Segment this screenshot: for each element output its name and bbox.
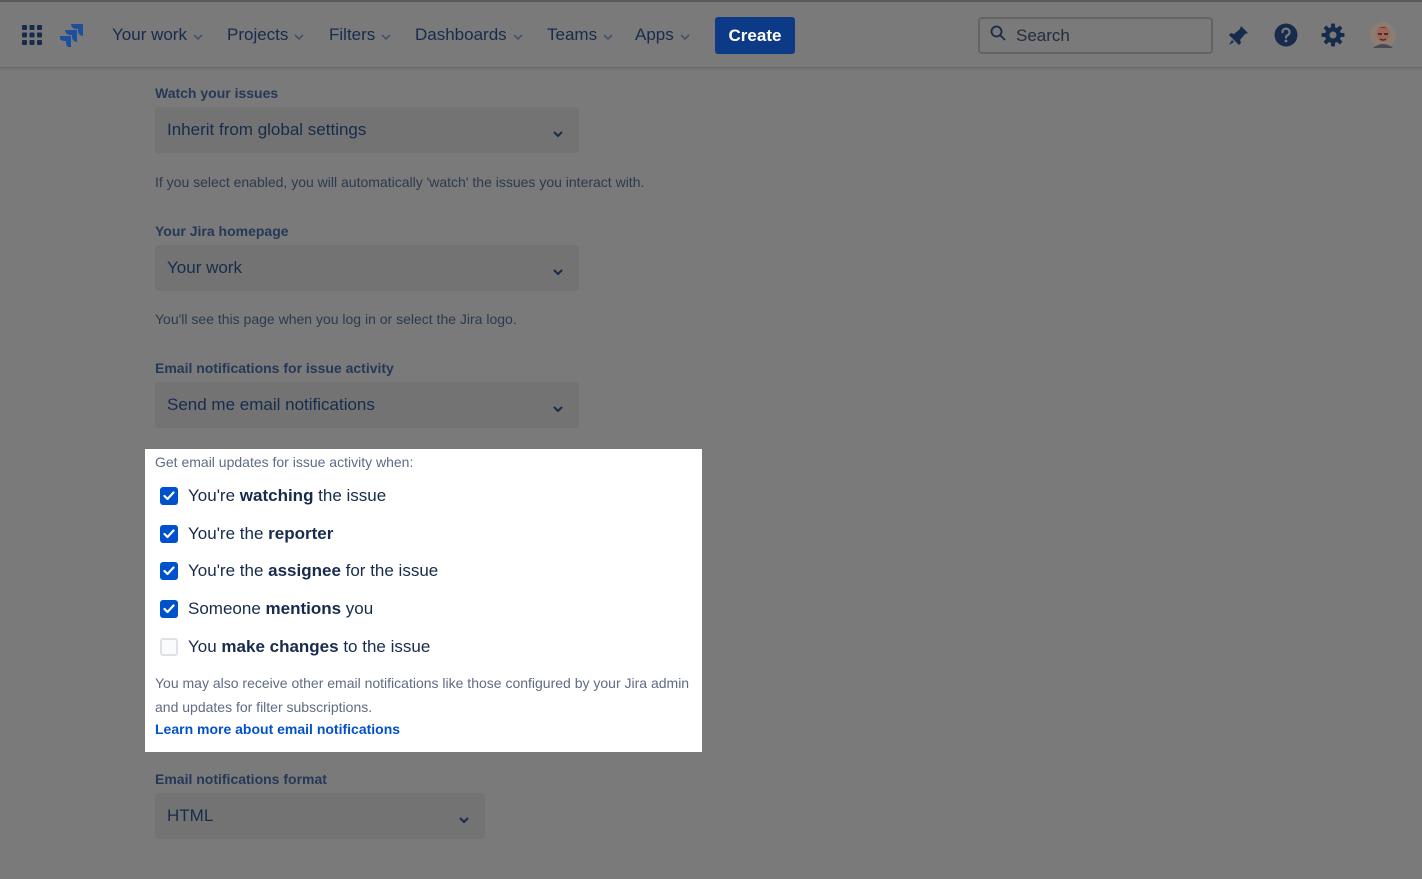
nav-filters-label: Filters [329, 25, 376, 44]
nav-teams[interactable]: Teams [547, 2, 613, 68]
checkbox-checked-icon[interactable] [160, 525, 178, 543]
checkbox-label: Someone mentions you [188, 599, 374, 618]
checkbox-reporter[interactable]: You're the reporter [160, 522, 333, 546]
checkbox-label: You make changes to the issue [188, 637, 431, 656]
chevron-down-icon [553, 398, 563, 418]
email-updates-intro: Get email updates for issue activity whe… [155, 454, 414, 470]
email-activity-select[interactable]: Send me email notifications [155, 382, 579, 428]
chevron-down-icon [294, 25, 304, 45]
checkbox-label: You're watching the issue [188, 486, 387, 505]
checkbox-checked-icon[interactable] [160, 562, 178, 580]
create-button[interactable]: Create [715, 17, 795, 54]
email-format-select[interactable]: HTML [155, 793, 485, 839]
nav-apps[interactable]: Apps [635, 2, 690, 68]
checkbox-label: You're the reporter [188, 524, 334, 543]
nav-your-work[interactable]: Your work [112, 2, 203, 68]
homepage-select[interactable]: Your work [155, 245, 579, 291]
email-format-label: Email notifications format [155, 771, 327, 787]
homepage-label: Your Jira homepage [155, 223, 289, 239]
help-icon[interactable] [1274, 2, 1298, 68]
avatar[interactable] [1370, 2, 1396, 68]
chevron-down-icon [193, 25, 203, 45]
email-updates-note: You may also receive other email notific… [155, 675, 690, 715]
checkbox-mentions[interactable]: Someone mentions you [160, 597, 373, 621]
checkbox-watching[interactable]: You're watching the issue [160, 484, 386, 508]
app-switcher-icon[interactable] [22, 2, 42, 68]
jira-logo-icon[interactable] [60, 2, 84, 68]
search-icon [990, 25, 1006, 46]
checkbox-checked-icon[interactable] [160, 600, 178, 618]
watch-issues-helper: If you select enabled, you will automati… [155, 174, 645, 190]
nav-apps-label: Apps [635, 25, 674, 44]
homepage-value: Your work [167, 258, 242, 277]
settings-icon[interactable] [1321, 2, 1345, 68]
nav-filters[interactable]: Filters [329, 2, 391, 68]
chevron-down-icon [680, 25, 690, 45]
chevron-down-icon [513, 25, 523, 45]
chevron-down-icon [459, 809, 469, 829]
search-input[interactable] [1016, 25, 1196, 46]
checkbox-assignee[interactable]: You're the assignee for the issue [160, 559, 438, 583]
email-format-value: HTML [167, 806, 214, 825]
checkbox-unchecked-icon[interactable] [160, 638, 178, 656]
email-activity-label: Email notifications for issue activity [155, 360, 394, 376]
chevron-down-icon [603, 25, 613, 45]
checkbox-checked-icon[interactable] [160, 487, 178, 505]
notifications-icon[interactable] [1228, 2, 1250, 68]
learn-more-link[interactable]: Learn more about email notifications [155, 721, 400, 737]
email-updates-panel: Get email updates for issue activity whe… [145, 449, 702, 752]
watch-issues-value: Inherit from global settings [167, 120, 367, 139]
chevron-down-icon [553, 123, 563, 143]
watch-issues-select[interactable]: Inherit from global settings [155, 107, 579, 153]
top-navigation: Your work Projects Filters Dashboards Te… [0, 0, 1422, 68]
checkbox-label: You're the assignee for the issue [188, 561, 439, 580]
homepage-helper: You'll see this page when you log in or … [155, 311, 517, 327]
nav-projects[interactable]: Projects [227, 2, 304, 68]
checkbox-make-changes[interactable]: You make changes to the issue [160, 635, 430, 659]
chevron-down-icon [381, 25, 391, 45]
search-box[interactable] [978, 17, 1213, 54]
nav-dashboards-label: Dashboards [415, 25, 507, 44]
chevron-down-icon [553, 261, 563, 281]
watch-issues-label: Watch your issues [155, 85, 279, 101]
nav-projects-label: Projects [227, 25, 289, 44]
nav-your-work-label: Your work [112, 25, 187, 44]
email-activity-value: Send me email notifications [167, 395, 375, 414]
nav-teams-label: Teams [547, 25, 598, 44]
nav-dashboards[interactable]: Dashboards [415, 2, 523, 68]
